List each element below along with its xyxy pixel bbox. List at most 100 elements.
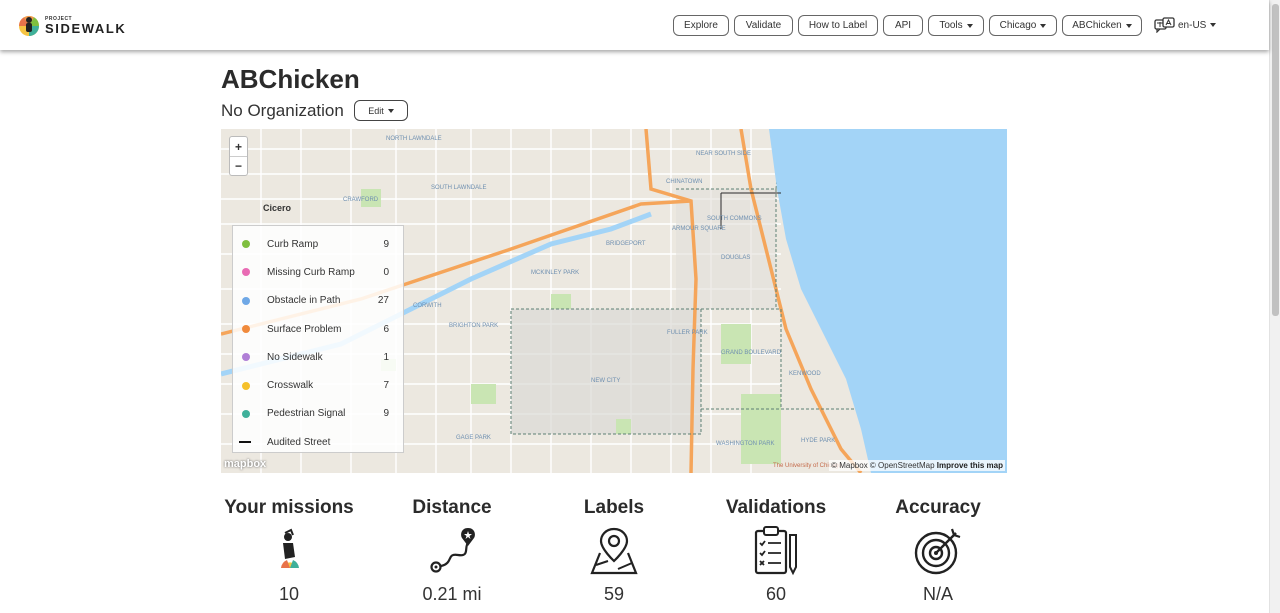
nav-api-label: API <box>894 20 912 31</box>
page-title: ABChicken <box>221 64 360 94</box>
missions-icon <box>263 525 315 577</box>
stat-distance: Distance 0.21 mi <box>372 497 532 604</box>
stat-accuracy: Accuracy N/A <box>858 497 1018 604</box>
clipboard-checklist-icon <box>750 525 802 577</box>
legend-label: Pedestrian Signal <box>267 408 346 420</box>
stat-labels-value: 59 <box>603 584 625 604</box>
map-pin-icon <box>588 525 640 577</box>
place-label-south-commons: SOUTH COMMONS <box>707 216 762 222</box>
labels-map[interactable]: Cicero CHINATOWN BRIDGEPORT DOUGLAS MCKI… <box>221 129 1007 473</box>
place-label-north-lawndale: NORTH LAWNDALE <box>386 136 442 142</box>
target-icon <box>912 525 964 577</box>
top-navbar: PROJECT SIDEWALK Explore Validate How to… <box>0 0 1269 50</box>
legend-row-pedestrian-signal: Pedestrian Signal 9 <box>233 400 403 428</box>
stat-labels-title: Labels <box>583 497 645 518</box>
place-label-fuller-park: FULLER PARK <box>667 330 708 336</box>
osm-attribution-link[interactable]: © OpenStreetMap <box>870 461 935 470</box>
legend-count: 9 <box>383 408 389 420</box>
zoom-in-button[interactable]: + <box>230 137 247 156</box>
map-zoom-control: + − <box>229 136 248 176</box>
nav-validate-label: Validate <box>745 20 782 31</box>
legend-row-surface-problem: Surface Problem 6 <box>233 315 403 343</box>
project-sidewalk-logo[interactable]: PROJECT SIDEWALK <box>16 11 126 41</box>
stat-validations: Validations 60 <box>696 497 856 604</box>
stat-validations-value: 60 <box>765 584 787 604</box>
place-label-new-city: NEW CITY <box>591 378 620 384</box>
legend-row-crosswalk: Crosswalk 7 <box>233 371 403 399</box>
legend-count: 0 <box>383 266 389 278</box>
stat-missions-value: 10 <box>278 584 300 604</box>
language-dropdown[interactable]: en-US <box>1154 17 1217 33</box>
map-attribution: © Mapbox © OpenStreetMap Improve this ma… <box>829 460 1005 471</box>
nav-tools-label: Tools <box>939 20 963 31</box>
stat-distance-value: 0.21 mi <box>422 584 482 604</box>
sidewalk-logo-icon <box>16 12 42 40</box>
legend-label: No Sidewalk <box>267 351 323 363</box>
translate-icon <box>1154 17 1175 33</box>
audited-street-line-icon <box>239 441 251 444</box>
logo-big-text: SIDEWALK <box>45 21 127 36</box>
language-label: en-US <box>1178 19 1207 31</box>
place-label-washington-park: WASHINGTON PARK <box>716 441 775 447</box>
legend-count: 7 <box>383 380 389 392</box>
legend-count: 9 <box>383 238 389 250</box>
legend-label: Crosswalk <box>267 380 314 392</box>
nav-city-label: Chicago <box>999 20 1037 31</box>
place-label-crawford: CRAWFORD <box>343 197 379 203</box>
legend-dot-icon <box>242 240 250 249</box>
caret-down-icon <box>387 108 394 113</box>
caret-down-icon <box>966 23 973 28</box>
stat-validations-title: Validations <box>725 497 827 518</box>
nav-explore-label: Explore <box>684 20 718 31</box>
stat-accuracy-value: N/A <box>922 584 953 604</box>
page-scrollbar[interactable] <box>1269 0 1280 613</box>
place-label-armour-square: ARMOUR SQUARE <box>672 226 726 232</box>
map-legend: Curb Ramp 9 Missing Curb Ramp 0 Obstacle… <box>232 225 404 453</box>
nav-how-to-label-button[interactable]: How to Label <box>798 15 878 36</box>
place-label-cicero: Cicero <box>263 203 292 213</box>
legend-label: Surface Problem <box>267 323 342 335</box>
legend-label: Obstacle in Path <box>267 295 341 307</box>
route-distance-icon <box>426 525 478 577</box>
stat-distance-title: Distance <box>412 497 492 518</box>
improve-map-link[interactable]: Improve this map <box>937 461 1003 470</box>
nav-user-dropdown[interactable]: ABChicken <box>1062 15 1142 36</box>
nav-city-dropdown[interactable]: Chicago <box>989 15 1057 36</box>
legend-row-audited-street: Audited Street <box>233 428 403 456</box>
stat-accuracy-title: Accuracy <box>895 497 981 518</box>
caret-down-icon <box>1040 23 1047 28</box>
place-label-south-lawndale: SOUTH LAWNDALE <box>431 185 486 191</box>
edit-label: Edit <box>368 105 384 116</box>
place-label-mckinley-park: MCKINLEY PARK <box>531 270 579 276</box>
nav-how-to-label-label: How to Label <box>808 20 868 31</box>
caret-down-icon <box>1125 23 1132 28</box>
legend-label: Audited Street <box>267 436 331 448</box>
legend-count: 6 <box>383 323 389 335</box>
edit-organization-dropdown[interactable]: Edit <box>354 100 408 121</box>
zoom-out-button[interactable]: − <box>230 156 247 175</box>
legend-label: Missing Curb Ramp <box>267 266 355 278</box>
nav-user-label: ABChicken <box>1072 20 1122 31</box>
legend-row-missing-curb-ramp: Missing Curb Ramp 0 <box>233 258 403 286</box>
place-label-corwith: CORWITH <box>413 303 442 309</box>
legend-row-curb-ramp: Curb Ramp 9 <box>233 230 403 258</box>
legend-dot-icon <box>242 353 250 362</box>
place-label-gage-park: GAGE PARK <box>456 435 491 441</box>
legend-row-obstacle-in-path: Obstacle in Path 27 <box>233 287 403 315</box>
place-label-brighton-park: BRIGHTON PARK <box>449 323 498 329</box>
stat-missions-title: Your missions <box>224 497 354 518</box>
legend-dot-icon <box>242 325 250 334</box>
place-label-near-south-side: NEAR SOUTH SIDE <box>696 151 751 157</box>
place-label-kenwood: KENWOOD <box>789 371 821 377</box>
nav-validate-button[interactable]: Validate <box>734 15 793 36</box>
scrollbar-thumb[interactable] <box>1272 4 1279 316</box>
nav-tools-dropdown[interactable]: Tools <box>928 15 984 36</box>
nav-explore-button[interactable]: Explore <box>673 15 729 36</box>
place-label-chinatown: CHINATOWN <box>666 179 702 185</box>
place-label-douglas: DOUGLAS <box>721 255 750 261</box>
mapbox-attribution-link[interactable]: © Mapbox <box>831 461 868 470</box>
nav-api-button[interactable]: API <box>883 15 923 36</box>
mapbox-logo[interactable]: mapbox <box>224 458 266 470</box>
place-label-hyde-park: HYDE PARK <box>801 438 835 444</box>
legend-label: Curb Ramp <box>267 238 319 250</box>
